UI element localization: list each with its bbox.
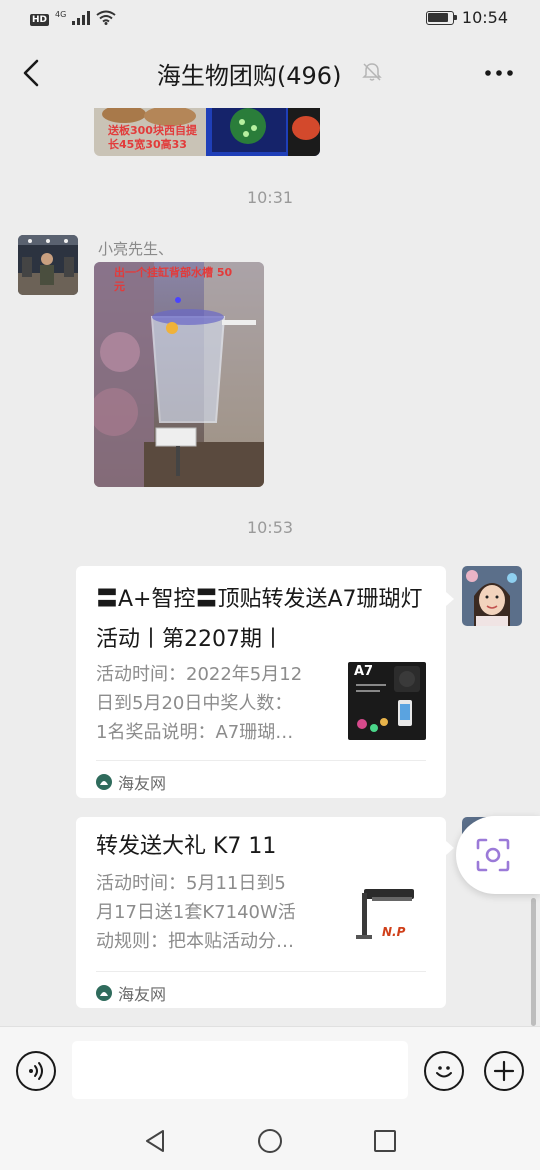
emoji-button[interactable]	[424, 1051, 464, 1091]
scan-lens-button[interactable]	[456, 816, 540, 894]
voice-button[interactable]	[16, 1051, 56, 1091]
card-desc-line-1: 活动时间：5月11日到5	[96, 873, 286, 894]
system-nav-bar	[0, 1112, 540, 1170]
nav-recents-button[interactable]	[370, 1126, 400, 1156]
voice-icon	[29, 1062, 43, 1080]
status-left: HD 4G	[30, 10, 116, 29]
hd-badge: HD	[30, 13, 50, 26]
sender-name: 小亮先生、	[98, 240, 174, 258]
more-functions-button[interactable]	[484, 1051, 524, 1091]
plus-icon	[493, 1060, 515, 1082]
card-desc-line-2: 日到5月20日中奖人数：	[96, 693, 293, 714]
mute-bell-icon	[361, 61, 383, 89]
card-title: 转发送大礼 K7 11	[96, 834, 277, 859]
collage-overlay-line-2: 长45宽30高33	[108, 138, 187, 151]
k7-product-image	[348, 875, 426, 953]
square-recents-icon	[374, 1130, 396, 1152]
more-options-button[interactable]	[482, 58, 516, 88]
avatar-child-image	[462, 566, 522, 626]
card-desc-line-3: 1名奖品说明：A7珊瑚…	[96, 722, 294, 743]
scrollbar[interactable]	[531, 898, 536, 1026]
image-overlay-line-1: 出一个挂缸背部水槽 50	[114, 266, 233, 279]
scan-lens-icon	[476, 838, 510, 872]
signal-icon	[72, 10, 91, 29]
nav-home-button[interactable]	[255, 1126, 285, 1156]
status-time: 10:54	[461, 8, 508, 27]
more-dots-icon	[485, 70, 513, 76]
bubble-tail	[446, 841, 454, 855]
message-input[interactable]	[72, 1041, 408, 1099]
card-thumbnail: N.P	[348, 875, 426, 953]
thumb-label: N.P	[382, 925, 406, 939]
network-label: 4G	[55, 10, 67, 19]
time-divider: 10:31	[246, 188, 294, 207]
card-thumbnail: A7	[348, 662, 426, 740]
nav-back-button[interactable]	[140, 1126, 170, 1156]
avatar[interactable]	[462, 566, 522, 626]
card-desc-line-1: 活动时间：2022年5月12	[96, 664, 303, 685]
avatar-gym-image	[18, 235, 78, 295]
triangle-back-icon	[146, 1130, 164, 1152]
wifi-icon	[96, 10, 116, 29]
card-divider	[96, 971, 426, 972]
image-message[interactable]: 出一个挂缸背部水槽 50 元	[94, 262, 264, 487]
status-right: 10:54	[425, 8, 508, 27]
image-overlay-line-2: 元	[114, 280, 125, 293]
chat-title-text: 海生物团购(496)	[156, 62, 342, 90]
title-bar: 海生物团购(496)	[0, 38, 540, 108]
tank-photo	[94, 262, 264, 487]
emoji-icon	[436, 1066, 452, 1078]
card-desc-line-2: 月17日送1套K7140W活	[96, 902, 296, 923]
collage-overlay-line-1: 送板300块西自提	[108, 124, 197, 137]
bubble-tail	[446, 592, 454, 606]
time-divider: 10:53	[246, 518, 294, 537]
card-source-label: 海友网	[118, 985, 167, 1004]
status-bar: HD 4G 10:54	[0, 0, 540, 38]
link-card[interactable]: 〓A+智控〓顶贴转发送A7珊瑚灯活动丨第2207期丨 活动时间：2022年5月1…	[76, 566, 446, 798]
chat-area[interactable]: 送板300块西自提 长45宽30高33 10:31 小亮先生、 出一个挂缸背部水…	[0, 108, 540, 1026]
card-title: 〓A+智控〓顶贴转发送A7珊瑚灯活动丨第2207期丨	[96, 587, 423, 652]
card-divider	[96, 760, 426, 761]
haiyou-logo-icon	[96, 985, 112, 1001]
card-source-label: 海友网	[118, 774, 167, 793]
input-bar	[0, 1026, 540, 1112]
chat-title: 海生物团购(496)	[0, 56, 540, 91]
link-card[interactable]: 转发送大礼 K7 11 活动时间：5月11日到5 月17日送1套K7140W活 …	[76, 817, 446, 1008]
card-source: 海友网	[96, 770, 166, 794]
avatar[interactable]	[18, 235, 78, 295]
thumb-label: A7	[354, 664, 374, 679]
battery-fill	[428, 13, 448, 22]
haiyou-logo-icon	[96, 774, 112, 790]
battery-icon	[425, 10, 457, 25]
image-message-partial[interactable]: 送板300块西自提 长45宽30高33	[94, 108, 320, 156]
card-source: 海友网	[96, 981, 166, 1005]
circle-home-icon	[258, 1129, 282, 1153]
card-desc-line-3: 动规则：把本贴活动分…	[96, 931, 294, 952]
